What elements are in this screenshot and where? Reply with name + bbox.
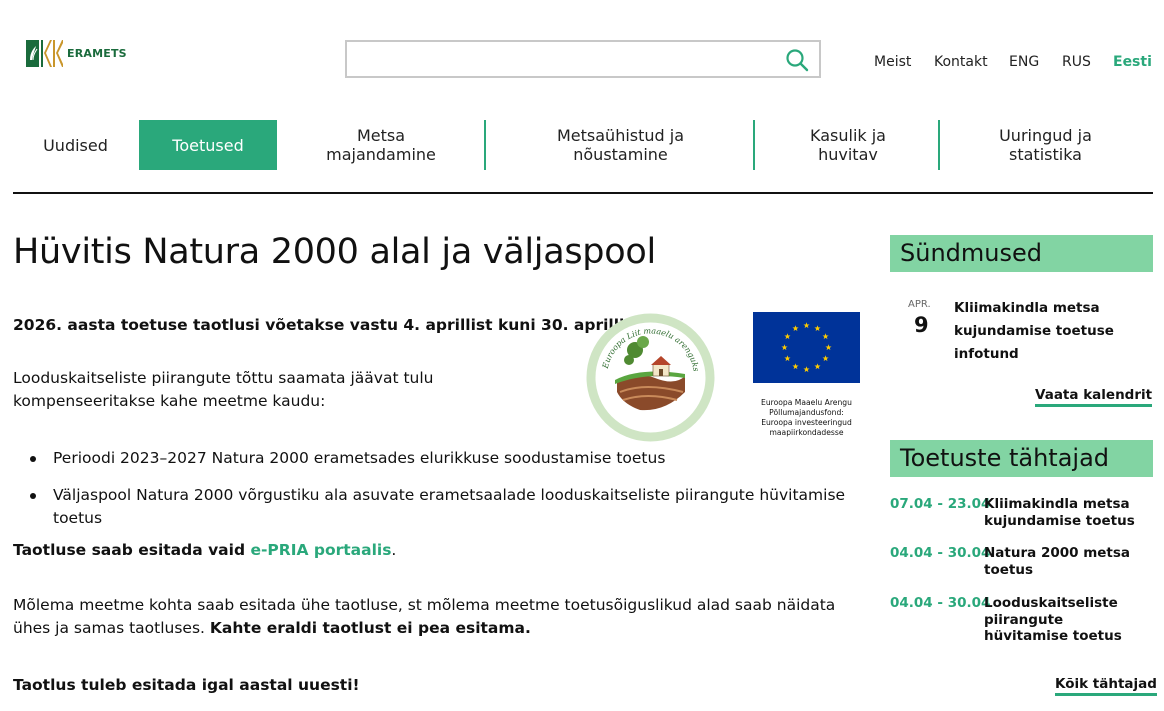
leader-logo-icon: Euroopa Liit maaelu arenguks xyxy=(586,313,715,442)
deadline-dates: 04.04 - 30.04 xyxy=(890,595,991,611)
main-nav: Uudised Toetused Metsa majandamine Metsa… xyxy=(13,120,1153,170)
logo-text: ERAMETS xyxy=(67,47,127,60)
search-icon[interactable] xyxy=(785,48,809,72)
nav-item-metsa-majandamine[interactable]: Metsa majandamine xyxy=(293,120,469,170)
nav-divider xyxy=(13,192,1153,194)
events-heading: Sündmused xyxy=(890,235,1153,272)
language-eng[interactable]: ENG xyxy=(1009,54,1039,70)
search-input[interactable] xyxy=(347,42,767,76)
event-month: APR. xyxy=(908,299,931,310)
logo-mark-icon xyxy=(26,40,63,67)
nav-separator xyxy=(484,120,486,170)
all-deadlines-link[interactable]: Kõik tähtajad xyxy=(1055,676,1157,696)
paragraph-submission: Taotluse saab esitada vaid e-PRIA portaa… xyxy=(13,541,397,559)
e-pria-link[interactable]: e-PRIA portaalis xyxy=(250,541,391,559)
intro-text: 2026. aasta toetuse taotlusi võetakse va… xyxy=(13,316,647,334)
deadline-title-link[interactable]: Looduskaitseliste piirangute hüvitamise … xyxy=(984,595,1149,645)
list-item: Väljaspool Natura 2000 võrgustiku ala as… xyxy=(13,484,863,530)
nav-item-toetused[interactable]: Toetused xyxy=(139,120,277,170)
deadlines-heading: Toetuste tähtajad xyxy=(890,440,1153,477)
eu-caption: Euroopa Maaelu Arengu Põllumajandusfond:… xyxy=(761,398,852,437)
top-link-meist[interactable]: Meist xyxy=(874,54,911,70)
top-link-kontakt[interactable]: Kontakt xyxy=(934,54,988,70)
nav-item-metsauhistud[interactable]: Metsaühistud ja nõustamine xyxy=(498,120,743,170)
event-title-link[interactable]: Kliimakindla metsa kujundamise toetuse i… xyxy=(954,297,1124,366)
paragraph-measures: Looduskaitseliste piirangute tõttu saama… xyxy=(13,369,434,410)
list-item: Perioodi 2023–2027 Natura 2000 erametsad… xyxy=(13,447,863,470)
calendar-link[interactable]: Vaata kalendrit xyxy=(1035,387,1153,407)
deadline-dates: 07.04 - 23.04 xyxy=(890,496,991,512)
nav-separator xyxy=(753,120,755,170)
language-eesti[interactable]: Eesti xyxy=(1113,54,1152,70)
deadline-title-link[interactable]: Kliimakindla metsa kujundamise toetus xyxy=(984,496,1149,529)
eu-funding-block: Euroopa Maaelu Arengu Põllumajandusfond:… xyxy=(753,312,860,438)
erametsakeskus-logo[interactable]: ERAMETS xyxy=(26,40,127,67)
search-box xyxy=(345,40,821,78)
page-title: Hüvitis Natura 2000 alal ja väljaspool xyxy=(13,232,656,272)
nav-item-uuringud-ja-statistika[interactable]: Uuringud ja statistika xyxy=(953,120,1138,170)
measures-list: Perioodi 2023–2027 Natura 2000 erametsad… xyxy=(13,447,863,544)
deadline-dates: 04.04 - 30.04 xyxy=(890,545,991,561)
deadline-title-link[interactable]: Natura 2000 metsa toetus xyxy=(984,545,1149,578)
nav-item-uudised[interactable]: Uudised xyxy=(13,120,138,170)
nav-separator xyxy=(938,120,940,170)
event-day: 9 xyxy=(914,313,929,337)
nav-item-kasulik-ja-huvitav[interactable]: Kasulik ja huvitav xyxy=(768,120,928,170)
paragraph-annual: Taotlus tuleb esitada igal aastal uuesti… xyxy=(13,676,360,694)
language-rus[interactable]: RUS xyxy=(1062,54,1091,70)
eu-flag-icon xyxy=(753,312,860,383)
paragraph-single-application: Mõlema meetme kohta saab esitada ühe tao… xyxy=(13,596,836,637)
